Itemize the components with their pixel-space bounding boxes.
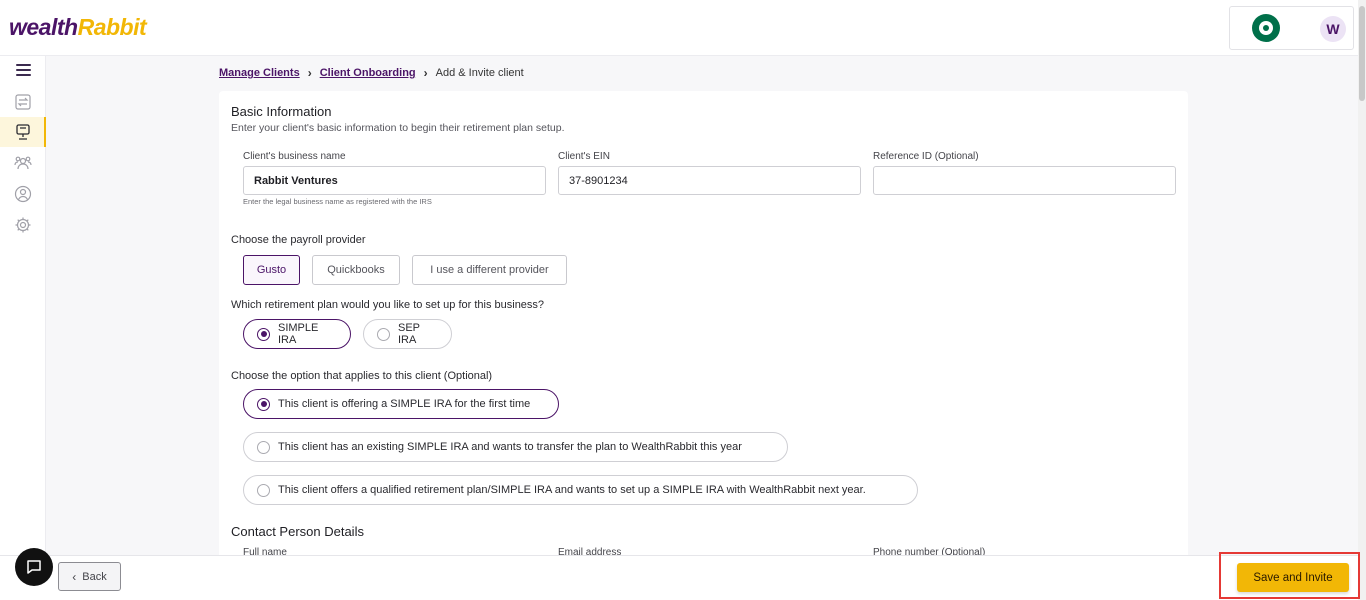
back-label: Back xyxy=(82,570,107,583)
logo-text-wealth: wealth xyxy=(9,14,78,40)
account-switcher[interactable]: W xyxy=(1229,6,1354,50)
radio-selected-icon xyxy=(257,397,270,411)
radio-unselected-icon xyxy=(377,327,390,341)
reference-id-label: Reference ID (Optional) xyxy=(873,151,979,162)
scrollbar-thumb[interactable] xyxy=(1359,6,1365,101)
plan-question: Which retirement plan would you like to … xyxy=(231,299,545,311)
settings-icon[interactable] xyxy=(14,216,32,234)
chevron-left-icon: ‹ xyxy=(72,569,77,584)
client-option-label: This client has an existing SIMPLE IRA a… xyxy=(278,441,742,453)
contact-details-title: Contact Person Details xyxy=(231,524,364,539)
chat-button[interactable] xyxy=(15,548,53,586)
user-avatar[interactable]: W xyxy=(1320,16,1346,42)
ein-label: Client's EIN xyxy=(558,151,610,162)
ein-input[interactable] xyxy=(558,166,861,195)
client-option-next-year[interactable]: This client offers a qualified retiremen… xyxy=(243,475,918,505)
save-and-invite-button[interactable]: Save and Invite xyxy=(1237,563,1349,592)
business-name-help: Enter the legal business name as registe… xyxy=(243,197,432,206)
payroll-option-gusto[interactable]: Gusto xyxy=(243,255,300,285)
chevron-right-icon: › xyxy=(307,66,312,80)
chat-icon xyxy=(27,560,41,574)
business-name-input[interactable] xyxy=(243,166,546,195)
clients-icon[interactable] xyxy=(14,123,32,141)
chevron-right-icon: › xyxy=(423,66,428,80)
team-icon[interactable] xyxy=(14,154,32,172)
client-option-question: Choose the option that applies to this c… xyxy=(231,370,493,382)
breadcrumb-current: Add & Invite client xyxy=(435,67,524,79)
basic-info-subtitle: Enter your client's basic information to… xyxy=(231,122,565,134)
transfer-icon[interactable] xyxy=(14,93,32,111)
radio-selected-icon xyxy=(257,327,270,341)
breadcrumb-client-onboarding[interactable]: Client Onboarding xyxy=(320,67,416,79)
client-option-label: This client is offering a SIMPLE IRA for… xyxy=(278,398,531,410)
starbucks-logo-icon xyxy=(1252,14,1280,42)
back-button[interactable]: ‹ Back xyxy=(58,562,121,591)
radio-unselected-icon xyxy=(257,440,270,454)
plan-option-simple-ira[interactable]: SIMPLE IRA xyxy=(243,319,351,349)
plan-option-sep-ira[interactable]: SEP IRA xyxy=(363,319,452,349)
client-option-transfer[interactable]: This client has an existing SIMPLE IRA a… xyxy=(243,432,788,462)
logo-text-rabbit: Rabbit xyxy=(77,14,147,40)
business-name-label: Client's business name xyxy=(243,151,346,162)
plan-option-label: SEP IRA xyxy=(398,322,420,346)
client-option-first-time[interactable]: This client is offering a SIMPLE IRA for… xyxy=(243,389,559,419)
reference-id-input[interactable] xyxy=(873,166,1176,195)
menu-icon[interactable] xyxy=(16,64,31,76)
sidebar-nav xyxy=(0,56,46,556)
payroll-option-quickbooks[interactable]: Quickbooks xyxy=(312,255,400,285)
client-form-card: Basic Information Enter your client's ba… xyxy=(219,91,1188,561)
top-header: wealthRabbit W xyxy=(0,0,1366,56)
footer-bar xyxy=(0,555,1358,600)
profile-icon[interactable] xyxy=(14,185,32,203)
breadcrumb-manage-clients[interactable]: Manage Clients xyxy=(219,67,300,79)
basic-info-title: Basic Information xyxy=(231,104,332,119)
breadcrumb: Manage Clients › Client Onboarding › Add… xyxy=(219,66,524,80)
plan-option-label: SIMPLE IRA xyxy=(278,322,319,346)
client-option-label: This client offers a qualified retiremen… xyxy=(278,484,866,496)
radio-unselected-icon xyxy=(257,483,270,497)
payroll-question: Choose the payroll provider xyxy=(231,234,366,246)
wealthrabbit-logo[interactable]: wealthRabbit xyxy=(9,14,147,41)
payroll-option-different[interactable]: I use a different provider xyxy=(412,255,567,285)
